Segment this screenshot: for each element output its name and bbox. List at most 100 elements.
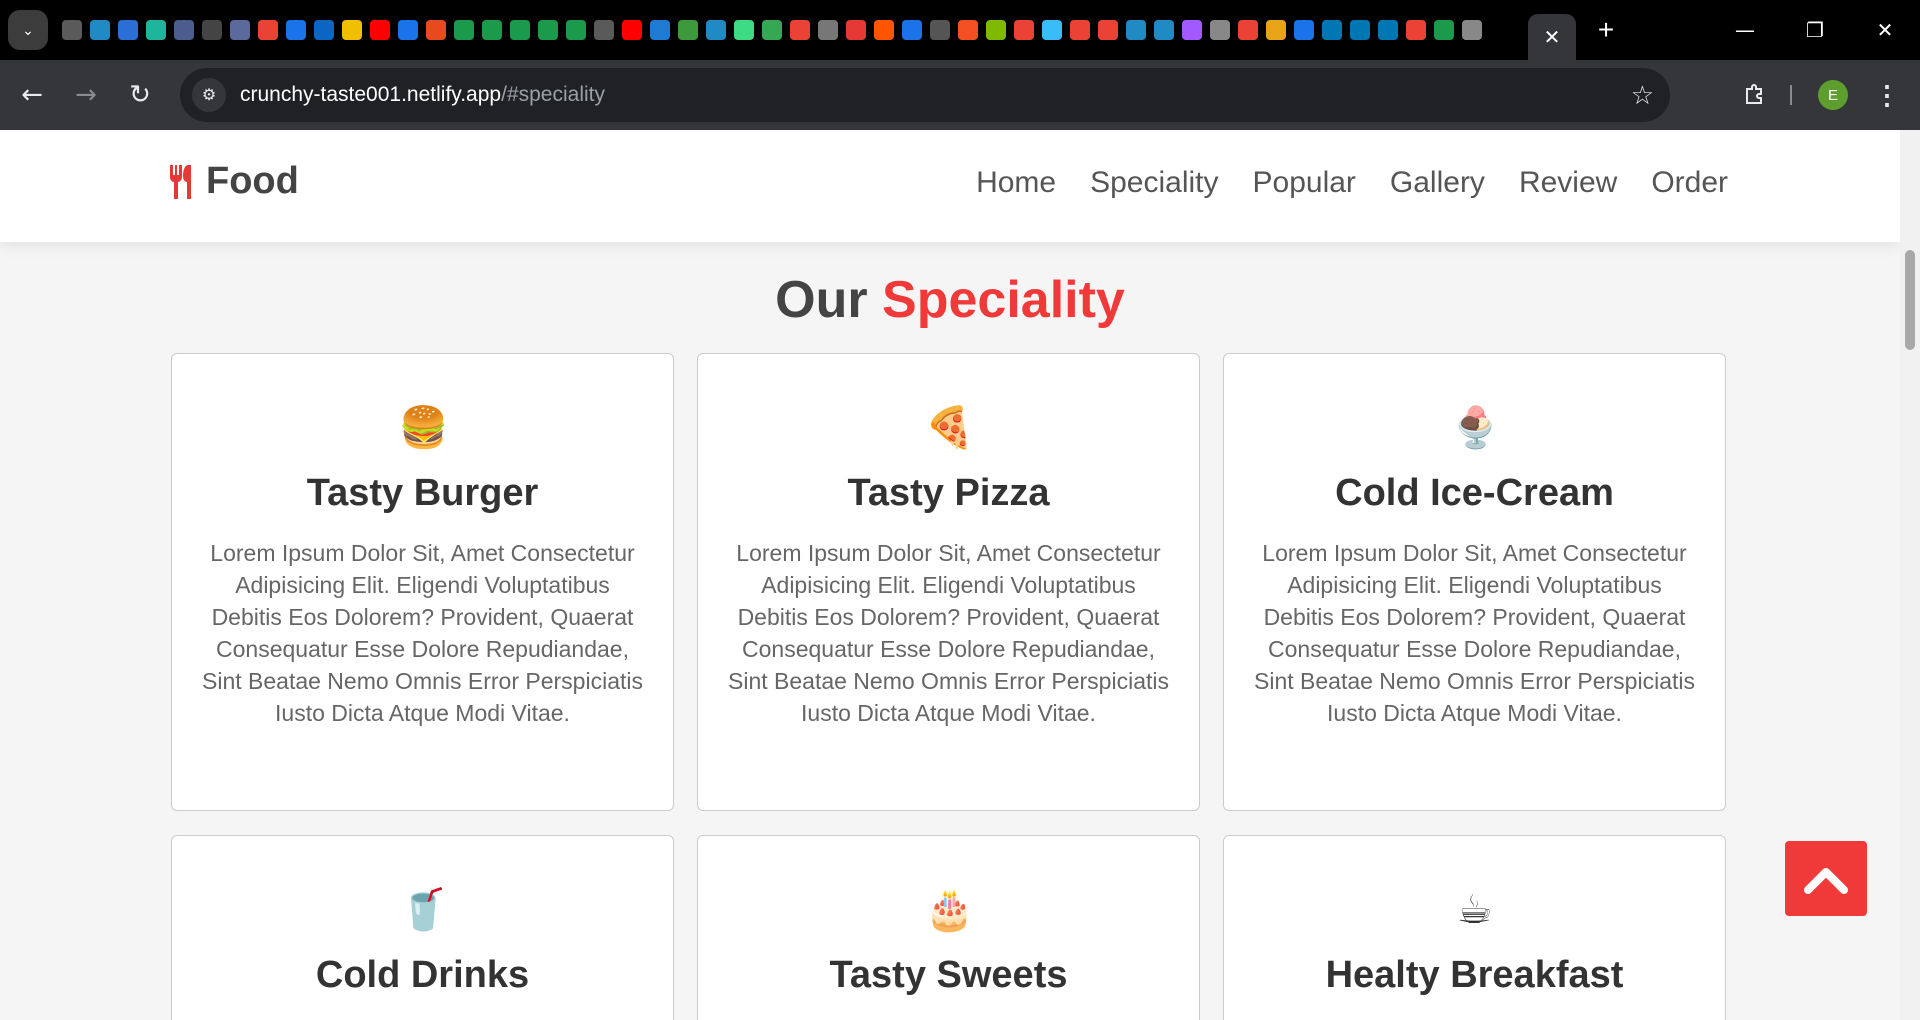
speciality-card[interactable]: ☕ Healty Breakfast bbox=[1223, 835, 1726, 1020]
main-nav: Home Speciality Popular Gallery Review O… bbox=[942, 166, 1728, 200]
tune-icon: ⚙ bbox=[201, 87, 217, 104]
site-info-button[interactable]: ⚙ bbox=[192, 78, 226, 112]
nav-popular[interactable]: Popular bbox=[1253, 166, 1356, 200]
reload-button[interactable]: ↻ bbox=[118, 73, 162, 117]
android-icon[interactable] bbox=[734, 20, 754, 40]
speciality-card[interactable]: 🎂 Tasty Sweets bbox=[697, 835, 1200, 1020]
chrome-icon[interactable] bbox=[1462, 20, 1482, 40]
nav-home[interactable]: Home bbox=[976, 166, 1056, 200]
app-icon[interactable] bbox=[846, 20, 866, 40]
xfs-icon[interactable] bbox=[930, 20, 950, 40]
ice-cream-icon: 🍨 bbox=[1450, 405, 1501, 451]
bookmark-star-icon[interactable]: ☆ bbox=[1631, 80, 1654, 111]
google-icon[interactable] bbox=[1014, 20, 1034, 40]
browser-menu-button[interactable]: ⋮ bbox=[1872, 75, 1902, 115]
speciality-card[interactable]: 🍕 Tasty Pizza Lorem Ipsum Dolor Sit, Ame… bbox=[697, 353, 1200, 811]
youtube-icon[interactable] bbox=[622, 20, 642, 40]
card-text: Lorem Ipsum Dolor Sit, Amet Consectetur … bbox=[202, 540, 643, 726]
wave-icon[interactable] bbox=[1042, 20, 1062, 40]
scroll-to-top-button[interactable] bbox=[1785, 841, 1867, 916]
translate-icon[interactable] bbox=[286, 20, 306, 40]
google-icon[interactable] bbox=[790, 20, 810, 40]
scrollbar-thumb[interactable] bbox=[1905, 250, 1915, 350]
chevron-up-icon bbox=[1804, 867, 1848, 894]
w-icon[interactable] bbox=[454, 20, 474, 40]
card-title: Cold Drinks bbox=[315, 954, 530, 996]
linkedin-icon[interactable] bbox=[314, 20, 334, 40]
react-icon[interactable] bbox=[706, 20, 726, 40]
section-heading: Our Speciality bbox=[0, 270, 1900, 330]
openai-icon[interactable] bbox=[202, 20, 222, 40]
url-path: /#speciality bbox=[501, 83, 605, 106]
page-scrollbar[interactable] bbox=[1900, 130, 1920, 1020]
w-icon[interactable] bbox=[1434, 20, 1454, 40]
card-title: Tasty Burger bbox=[306, 472, 539, 514]
soundcloud-icon[interactable] bbox=[874, 20, 894, 40]
react-icon[interactable] bbox=[1154, 20, 1174, 40]
google-icon[interactable] bbox=[1070, 20, 1090, 40]
node-icon[interactable] bbox=[678, 20, 698, 40]
logo-text: Food bbox=[206, 160, 299, 202]
speciality-card[interactable]: 🍨 Cold Ice-Cream Lorem Ipsum Dolor Sit, … bbox=[1223, 353, 1726, 811]
new-tab-button[interactable]: + bbox=[1586, 10, 1626, 50]
forward-button[interactable]: → bbox=[64, 73, 108, 117]
arrow-right-icon: → bbox=[75, 80, 97, 110]
tab-search-button[interactable]: ⌄ bbox=[8, 10, 48, 50]
coffee-icon: ☕ bbox=[1456, 887, 1493, 933]
react-icon[interactable] bbox=[1126, 20, 1146, 40]
microsoft-icon[interactable] bbox=[958, 20, 978, 40]
react-icon[interactable] bbox=[90, 20, 110, 40]
url-text[interactable]: crunchy-taste001.netlify.app/#speciality bbox=[240, 83, 605, 107]
google-icon[interactable] bbox=[258, 20, 278, 40]
card-text: Lorem Ipsum Dolor Sit, Amet Consectetur … bbox=[1254, 540, 1695, 726]
profile-avatar[interactable]: E bbox=[1818, 80, 1848, 110]
extensions-button[interactable] bbox=[1735, 74, 1775, 114]
download-icon[interactable] bbox=[818, 20, 838, 40]
ex-icon[interactable] bbox=[342, 20, 362, 40]
p-icon[interactable] bbox=[1378, 20, 1398, 40]
w-icon[interactable] bbox=[482, 20, 502, 40]
close-icon[interactable]: ✕ bbox=[1544, 25, 1561, 50]
speciality-card[interactable]: 🥤 Cold Drinks bbox=[171, 835, 674, 1020]
close-window-button[interactable]: ✕ bbox=[1850, 0, 1920, 60]
github-icon[interactable] bbox=[594, 20, 614, 40]
translate-icon[interactable] bbox=[902, 20, 922, 40]
google-icon[interactable] bbox=[1098, 20, 1118, 40]
site-logo[interactable]: Food bbox=[168, 160, 299, 203]
active-tab[interactable]: ✕ bbox=[1528, 14, 1576, 60]
browser-toolbar: ← → ↻ ⚙ crunchy-taste001.netlify.app/#sp… bbox=[0, 60, 1920, 130]
minimize-button[interactable]: — bbox=[1710, 0, 1780, 60]
udemy-icon[interactable] bbox=[426, 20, 446, 40]
f-icon[interactable] bbox=[1294, 20, 1314, 40]
google-icon[interactable] bbox=[1238, 20, 1258, 40]
image-icon[interactable] bbox=[230, 20, 250, 40]
p-icon[interactable] bbox=[1350, 20, 1370, 40]
chrome-icon[interactable] bbox=[1210, 20, 1230, 40]
nav-speciality[interactable]: Speciality bbox=[1090, 166, 1218, 200]
youtube-icon[interactable] bbox=[370, 20, 390, 40]
arrow-icon[interactable] bbox=[118, 20, 138, 40]
figma-icon[interactable] bbox=[1182, 20, 1202, 40]
p-icon[interactable] bbox=[1322, 20, 1342, 40]
nav-gallery[interactable]: Gallery bbox=[1390, 166, 1485, 200]
speciality-card[interactable]: 🍔 Tasty Burger Lorem Ipsum Dolor Sit, Am… bbox=[171, 353, 674, 811]
w-icon[interactable] bbox=[538, 20, 558, 40]
restore-button[interactable]: ❐ bbox=[1780, 0, 1850, 60]
nav-order[interactable]: Order bbox=[1651, 166, 1728, 200]
image-icon[interactable] bbox=[174, 20, 194, 40]
back-button[interactable]: ← bbox=[10, 73, 54, 117]
w-icon[interactable] bbox=[566, 20, 586, 40]
google-icon[interactable] bbox=[1406, 20, 1426, 40]
w-icon[interactable] bbox=[510, 20, 530, 40]
nav-review[interactable]: Review bbox=[1519, 166, 1617, 200]
reload-icon: ↻ bbox=[129, 80, 151, 110]
utensils-icon bbox=[170, 164, 191, 199]
diamond-icon[interactable] bbox=[146, 20, 166, 40]
vscode-icon[interactable] bbox=[650, 20, 670, 40]
check-icon[interactable] bbox=[398, 20, 418, 40]
microsoft-icon[interactable] bbox=[986, 20, 1006, 40]
github-icon[interactable] bbox=[62, 20, 82, 40]
trophy-icon[interactable] bbox=[1266, 20, 1286, 40]
code-icon[interactable] bbox=[762, 20, 782, 40]
address-bar[interactable]: ⚙ crunchy-taste001.netlify.app/#speciali… bbox=[180, 68, 1670, 122]
